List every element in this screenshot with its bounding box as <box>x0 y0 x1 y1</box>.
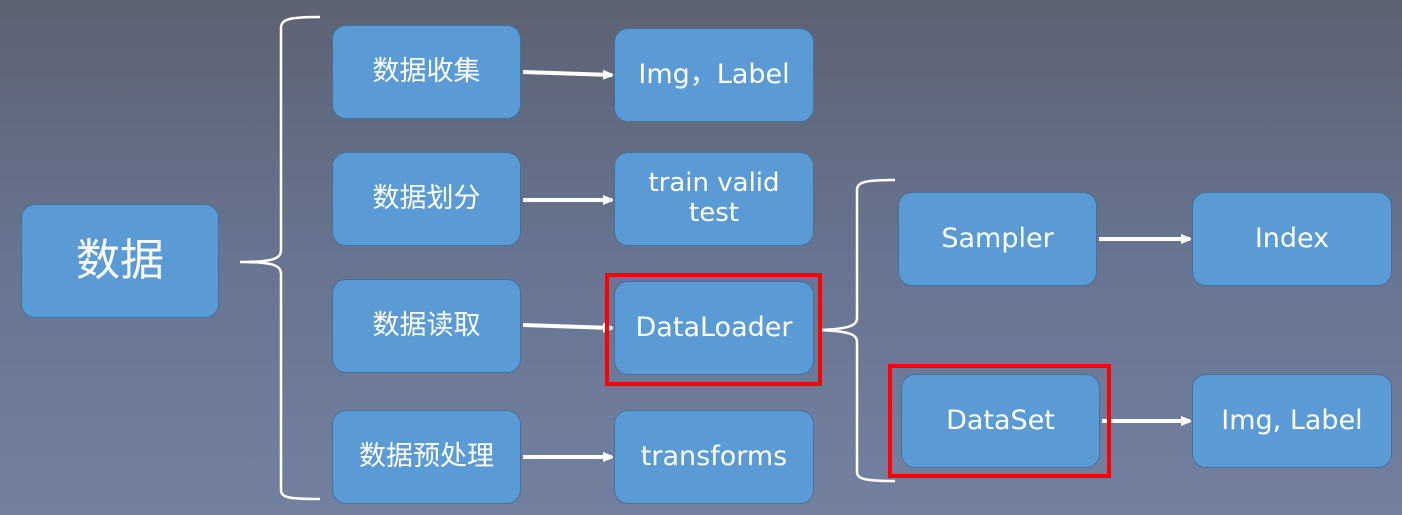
root-node: 数据 <box>21 204 219 318</box>
component-output-img-label: Img, Label <box>1192 374 1392 468</box>
output-node-train-valid-test: train valid test <box>614 152 814 246</box>
component-node-dataset: DataSet <box>901 374 1100 468</box>
output-node-dataloader: DataLoader <box>614 281 814 375</box>
component-output-index: Index <box>1192 192 1392 286</box>
component-node-sampler: Sampler <box>898 192 1097 286</box>
stage-node-split: 数据划分 <box>332 152 521 246</box>
stage-node-read: 数据读取 <box>332 279 521 373</box>
output-node-img-label: Img，Label <box>614 28 814 122</box>
output-node-transforms: transforms <box>614 410 814 504</box>
arrow-collect <box>522 72 612 75</box>
stage-node-preprocess: 数据预处理 <box>332 410 521 504</box>
root-brace <box>239 15 321 501</box>
dataloader-brace <box>817 178 896 483</box>
arrow-read <box>522 325 612 328</box>
stage-node-collect: 数据收集 <box>332 25 521 119</box>
